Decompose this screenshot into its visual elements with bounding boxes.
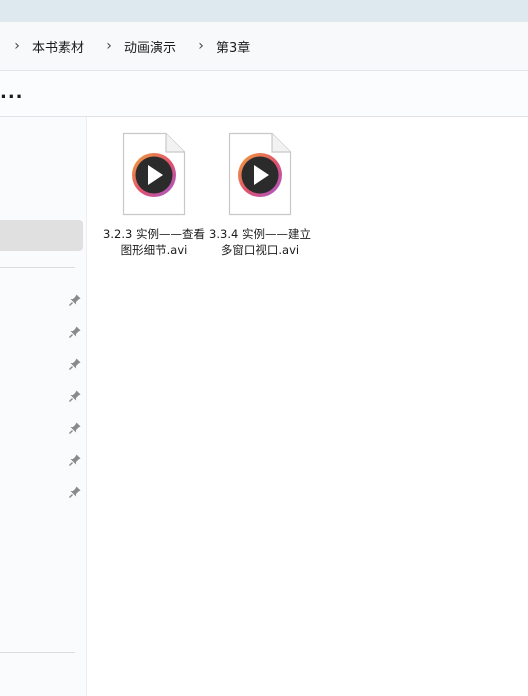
nav-item-selected[interactable]: [0, 220, 83, 251]
address-bar[interactable]: › 本书素材 › 动画演示 › 第3章: [0, 22, 528, 71]
nav-divider: [0, 267, 75, 268]
breadcrumb-item[interactable]: 第3章: [212, 37, 258, 56]
more-options-button[interactable]: ...: [0, 82, 24, 103]
file-name: 3.3.4 实例——建立多窗口视口.avi: [209, 227, 311, 257]
video-file-icon: [228, 132, 292, 216]
pin-icon[interactable]: [68, 453, 82, 467]
breadcrumb-item[interactable]: 本书素材: [28, 37, 92, 56]
chevron-right-icon[interactable]: ›: [190, 38, 212, 54]
window-titlebar: [0, 0, 528, 22]
pin-icon[interactable]: [68, 357, 82, 371]
video-file-icon: [122, 132, 186, 216]
pin-icon[interactable]: [68, 421, 82, 435]
chevron-right-icon[interactable]: ›: [6, 38, 28, 54]
file-item[interactable]: 3.3.4 实例——建立多窗口视口.avi: [209, 132, 311, 258]
nav-divider: [0, 652, 75, 653]
file-list-pane: 3.2.3 实例——查看图形细节.avi 3.3.4 实例——建立多窗口视口.a…: [87, 117, 528, 696]
pin-icon[interactable]: [68, 389, 82, 403]
navigation-pane: [0, 117, 87, 696]
command-bar: ...: [0, 71, 528, 117]
file-item[interactable]: 3.2.3 实例——查看图形细节.avi: [103, 132, 205, 258]
pin-icon[interactable]: [68, 325, 82, 339]
breadcrumb-item[interactable]: 动画演示: [120, 37, 184, 56]
pin-icon[interactable]: [68, 485, 82, 499]
pin-icon[interactable]: [68, 293, 82, 307]
file-name: 3.2.3 实例——查看图形细节.avi: [103, 227, 205, 257]
chevron-right-icon[interactable]: ›: [98, 38, 120, 54]
